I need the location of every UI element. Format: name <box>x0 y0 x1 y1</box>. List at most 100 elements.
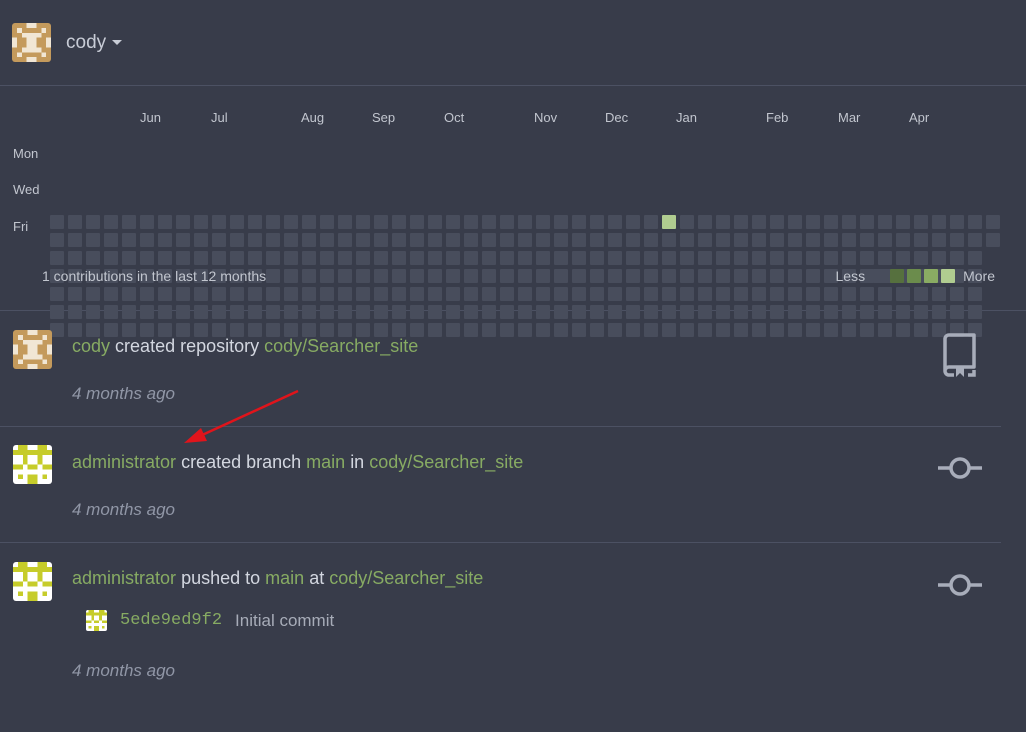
heatmap-cell[interactable] <box>50 215 64 229</box>
heatmap-cell[interactable] <box>230 287 244 301</box>
heatmap-cell[interactable] <box>770 251 784 265</box>
heatmap-cell[interactable] <box>446 233 460 247</box>
heatmap-cell[interactable] <box>428 215 442 229</box>
heatmap-cell[interactable] <box>716 269 730 283</box>
heatmap-cell[interactable] <box>608 251 622 265</box>
heatmap-cell[interactable] <box>122 251 136 265</box>
heatmap-cell[interactable] <box>914 215 928 229</box>
heatmap-cell[interactable] <box>392 215 406 229</box>
heatmap-cell[interactable] <box>392 233 406 247</box>
heatmap-cell[interactable] <box>680 233 694 247</box>
heatmap-cell[interactable] <box>320 287 334 301</box>
heatmap-cell[interactable] <box>104 251 118 265</box>
heatmap-cell[interactable] <box>842 233 856 247</box>
user-avatar-administrator[interactable] <box>13 562 52 601</box>
heatmap-cell[interactable] <box>284 215 298 229</box>
heatmap-cell[interactable] <box>482 287 496 301</box>
heatmap-cell[interactable] <box>734 287 748 301</box>
heatmap-cell[interactable] <box>536 269 550 283</box>
heatmap-cell[interactable] <box>932 215 946 229</box>
heatmap-cell[interactable] <box>428 251 442 265</box>
heatmap-cell[interactable] <box>986 233 1000 247</box>
heatmap-cell[interactable] <box>482 251 496 265</box>
heatmap-cell[interactable] <box>698 233 712 247</box>
heatmap-cell[interactable] <box>968 233 982 247</box>
heatmap-cell[interactable] <box>500 215 514 229</box>
heatmap-cell[interactable] <box>644 287 658 301</box>
heatmap-cell[interactable] <box>464 251 478 265</box>
heatmap-cell[interactable] <box>680 287 694 301</box>
heatmap-cell[interactable] <box>482 215 496 229</box>
heatmap-cell[interactable] <box>824 215 838 229</box>
heatmap-cell[interactable] <box>266 215 280 229</box>
heatmap-cell[interactable] <box>662 287 676 301</box>
heatmap-cell[interactable] <box>374 251 388 265</box>
heatmap-cell[interactable] <box>824 287 838 301</box>
heatmap-cell[interactable] <box>338 215 352 229</box>
heatmap-cell[interactable] <box>230 215 244 229</box>
heatmap-cell[interactable] <box>338 251 352 265</box>
actor-link[interactable]: administrator <box>72 568 176 588</box>
heatmap-cell[interactable] <box>860 215 874 229</box>
heatmap-cell[interactable] <box>878 251 892 265</box>
heatmap-cell[interactable] <box>248 215 262 229</box>
heatmap-cell[interactable] <box>536 233 550 247</box>
heatmap-cell[interactable] <box>608 233 622 247</box>
heatmap-cell[interactable] <box>572 287 586 301</box>
heatmap-cell[interactable] <box>698 287 712 301</box>
heatmap-cell[interactable] <box>950 287 964 301</box>
heatmap-cell[interactable] <box>986 215 1000 229</box>
heatmap-cell[interactable] <box>644 233 658 247</box>
heatmap-cell[interactable] <box>788 215 802 229</box>
heatmap-cell[interactable] <box>572 233 586 247</box>
heatmap-cell[interactable] <box>626 233 640 247</box>
heatmap-cell[interactable] <box>248 233 262 247</box>
heatmap-cell[interactable] <box>176 251 190 265</box>
heatmap-cell[interactable] <box>752 215 766 229</box>
heatmap-cell[interactable] <box>842 251 856 265</box>
heatmap-cell[interactable] <box>266 269 280 283</box>
heatmap-cell[interactable] <box>518 287 532 301</box>
heatmap-cell[interactable] <box>644 215 658 229</box>
heatmap-cell[interactable] <box>50 251 64 265</box>
heatmap-cell[interactable] <box>266 233 280 247</box>
heatmap-cell[interactable] <box>752 287 766 301</box>
heatmap-cell[interactable] <box>122 233 136 247</box>
heatmap-cell[interactable] <box>68 287 82 301</box>
heatmap-cell[interactable] <box>554 215 568 229</box>
branch-link[interactable]: main <box>265 568 304 588</box>
heatmap-cell[interactable] <box>374 287 388 301</box>
heatmap-cell[interactable] <box>968 215 982 229</box>
heatmap-cell[interactable] <box>68 233 82 247</box>
heatmap-cell[interactable] <box>950 251 964 265</box>
heatmap-cell[interactable] <box>662 215 676 229</box>
heatmap-cell[interactable] <box>860 287 874 301</box>
heatmap-cell[interactable] <box>302 251 316 265</box>
heatmap-cell[interactable] <box>356 269 370 283</box>
heatmap-cell[interactable] <box>878 215 892 229</box>
heatmap-cell[interactable] <box>140 287 154 301</box>
heatmap-cell[interactable] <box>680 269 694 283</box>
heatmap-cell[interactable] <box>284 269 298 283</box>
heatmap-cell[interactable] <box>464 233 478 247</box>
heatmap-cell[interactable] <box>590 251 604 265</box>
actor-link[interactable]: cody <box>72 336 110 356</box>
heatmap-cell[interactable] <box>626 215 640 229</box>
branch-link[interactable]: main <box>306 452 345 472</box>
heatmap-cell[interactable] <box>806 269 820 283</box>
heatmap-cell[interactable] <box>104 233 118 247</box>
heatmap-cell[interactable] <box>284 233 298 247</box>
heatmap-cell[interactable] <box>824 233 838 247</box>
heatmap-cell[interactable] <box>86 233 100 247</box>
heatmap-cell[interactable] <box>410 233 424 247</box>
heatmap-cell[interactable] <box>446 287 460 301</box>
heatmap-cell[interactable] <box>968 251 982 265</box>
heatmap-cell[interactable] <box>194 215 208 229</box>
heatmap-cell[interactable] <box>698 215 712 229</box>
heatmap-cell[interactable] <box>176 233 190 247</box>
user-avatar-cody[interactable] <box>13 330 52 369</box>
heatmap-cell[interactable] <box>446 215 460 229</box>
heatmap-cell[interactable] <box>158 251 172 265</box>
heatmap-cell[interactable] <box>860 233 874 247</box>
repo-link[interactable]: cody/Searcher_site <box>264 336 418 356</box>
